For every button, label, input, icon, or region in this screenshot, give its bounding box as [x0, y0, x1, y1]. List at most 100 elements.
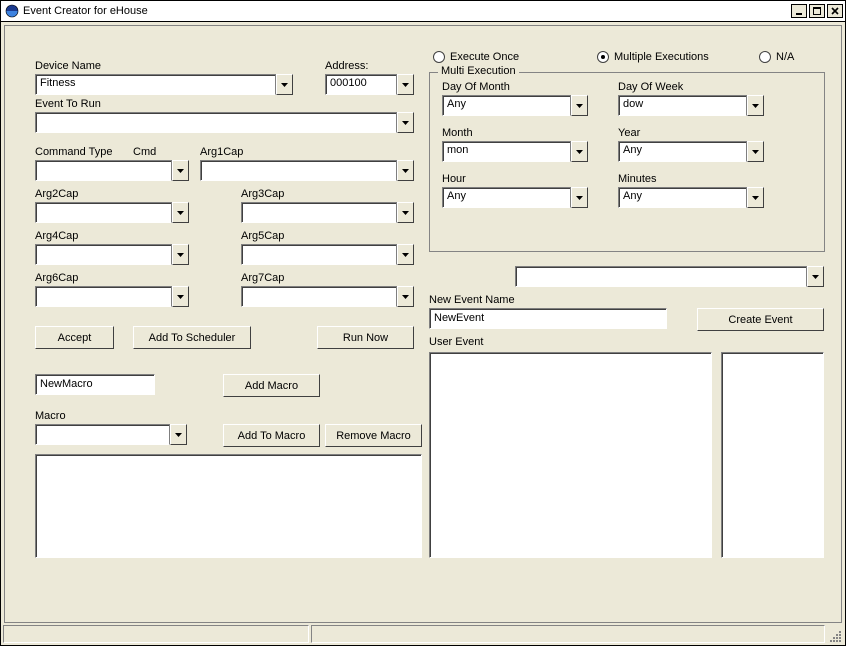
event-to-run-value[interactable] — [35, 112, 397, 133]
command-type-value[interactable] — [35, 160, 172, 181]
arg4-combo[interactable] — [35, 244, 189, 265]
arg1-label: Arg1Cap — [200, 146, 243, 158]
extra-combo-value[interactable] — [515, 266, 807, 287]
add-to-scheduler-button[interactable]: Add To Scheduler — [133, 326, 251, 349]
titlebar: Event Creator for eHouse — [1, 1, 845, 22]
execute-once-radio[interactable]: Execute Once — [433, 50, 519, 64]
arg5-combo[interactable] — [241, 244, 414, 265]
year-value[interactable]: Any — [618, 141, 747, 162]
multi-execution-group: Multi Execution Day Of Month Any Day Of … — [429, 72, 825, 252]
year-combo[interactable]: Any — [618, 141, 764, 162]
run-now-button[interactable]: Run Now — [317, 326, 414, 349]
day-of-week-value[interactable]: dow — [618, 95, 747, 116]
chevron-down-icon[interactable] — [747, 187, 764, 208]
arg1-combo[interactable] — [200, 160, 414, 181]
arg3-value[interactable] — [241, 202, 397, 223]
arg6-label: Arg6Cap — [35, 272, 78, 284]
cmd-label: Cmd — [133, 146, 156, 158]
chevron-down-icon[interactable] — [397, 160, 414, 181]
chevron-down-icon[interactable] — [397, 112, 414, 133]
address-value[interactable]: 000100 — [325, 74, 397, 95]
na-radio[interactable]: N/A — [759, 50, 794, 64]
chevron-down-icon[interactable] — [397, 202, 414, 223]
maximize-button[interactable] — [809, 4, 825, 18]
chevron-down-icon[interactable] — [571, 95, 588, 116]
arg5-label: Arg5Cap — [241, 230, 284, 242]
arg7-combo[interactable] — [241, 286, 414, 307]
arg3-combo[interactable] — [241, 202, 414, 223]
day-of-week-combo[interactable]: dow — [618, 95, 764, 116]
extra-combo[interactable] — [515, 266, 824, 287]
arg4-value[interactable] — [35, 244, 172, 265]
address-label: Address: — [325, 60, 368, 72]
arg6-combo[interactable] — [35, 286, 189, 307]
month-combo[interactable]: mon — [442, 141, 588, 162]
multiple-executions-radio-label: Multiple Executions — [614, 51, 709, 63]
arg5-value[interactable] — [241, 244, 397, 265]
day-of-week-label: Day Of Week — [618, 81, 683, 93]
new-event-name-label: New Event Name — [429, 294, 515, 306]
close-button[interactable] — [827, 4, 843, 18]
na-radio-label: N/A — [776, 51, 794, 63]
app-window: Event Creator for eHouse Device Name Fit… — [0, 0, 846, 646]
window-title: Event Creator for eHouse — [23, 5, 789, 17]
app-icon — [5, 4, 19, 18]
chevron-down-icon[interactable] — [172, 202, 189, 223]
multi-execution-legend: Multi Execution — [438, 65, 519, 77]
minutes-value[interactable]: Any — [618, 187, 747, 208]
status-bar — [3, 625, 843, 643]
arg6-value[interactable] — [35, 286, 172, 307]
arg4-label: Arg4Cap — [35, 230, 78, 242]
macro-value[interactable] — [35, 424, 170, 445]
chevron-down-icon[interactable] — [172, 286, 189, 307]
event-to-run-combo[interactable] — [35, 112, 414, 133]
month-label: Month — [442, 127, 473, 139]
radio-icon — [759, 51, 771, 63]
status-cell-1 — [3, 625, 309, 643]
execute-once-radio-label: Execute Once — [450, 51, 519, 63]
chevron-down-icon[interactable] — [397, 286, 414, 307]
day-of-month-combo[interactable]: Any — [442, 95, 588, 116]
user-event-aux-listbox[interactable] — [721, 352, 824, 558]
chevron-down-icon[interactable] — [172, 244, 189, 265]
arg2-label: Arg2Cap — [35, 188, 78, 200]
radio-icon — [597, 51, 609, 63]
chevron-down-icon[interactable] — [747, 141, 764, 162]
day-of-month-value[interactable]: Any — [442, 95, 571, 116]
arg2-value[interactable] — [35, 202, 172, 223]
chevron-down-icon[interactable] — [397, 244, 414, 265]
device-name-combo[interactable]: Fitness — [35, 74, 293, 95]
accept-button[interactable]: Accept — [35, 326, 114, 349]
minimize-button[interactable] — [791, 4, 807, 18]
macro-combo[interactable] — [35, 424, 187, 445]
resize-grip-icon[interactable] — [825, 625, 843, 643]
command-type-combo[interactable] — [35, 160, 189, 181]
chevron-down-icon[interactable] — [397, 74, 414, 95]
chevron-down-icon[interactable] — [747, 95, 764, 116]
chevron-down-icon[interactable] — [276, 74, 293, 95]
device-name-label: Device Name — [35, 60, 101, 72]
chevron-down-icon[interactable] — [571, 141, 588, 162]
arg2-combo[interactable] — [35, 202, 189, 223]
chevron-down-icon[interactable] — [170, 424, 187, 445]
new-macro-input[interactable]: NewMacro — [35, 374, 155, 395]
multiple-executions-radio[interactable]: Multiple Executions — [597, 50, 709, 64]
address-combo[interactable]: 000100 — [325, 74, 414, 95]
arg1-value[interactable] — [200, 160, 397, 181]
month-value[interactable]: mon — [442, 141, 571, 162]
remove-macro-button[interactable]: Remove Macro — [325, 424, 422, 447]
hour-value[interactable]: Any — [442, 187, 571, 208]
arg7-value[interactable] — [241, 286, 397, 307]
user-event-listbox[interactable] — [429, 352, 712, 558]
chevron-down-icon[interactable] — [571, 187, 588, 208]
minutes-combo[interactable]: Any — [618, 187, 764, 208]
create-event-button[interactable]: Create Event — [697, 308, 824, 331]
macro-listbox[interactable] — [35, 454, 422, 558]
device-name-value[interactable]: Fitness — [35, 74, 276, 95]
add-to-macro-button[interactable]: Add To Macro — [223, 424, 320, 447]
chevron-down-icon[interactable] — [807, 266, 824, 287]
add-macro-button[interactable]: Add Macro — [223, 374, 320, 397]
chevron-down-icon[interactable] — [172, 160, 189, 181]
hour-combo[interactable]: Any — [442, 187, 588, 208]
new-event-name-input[interactable]: NewEvent — [429, 308, 667, 329]
